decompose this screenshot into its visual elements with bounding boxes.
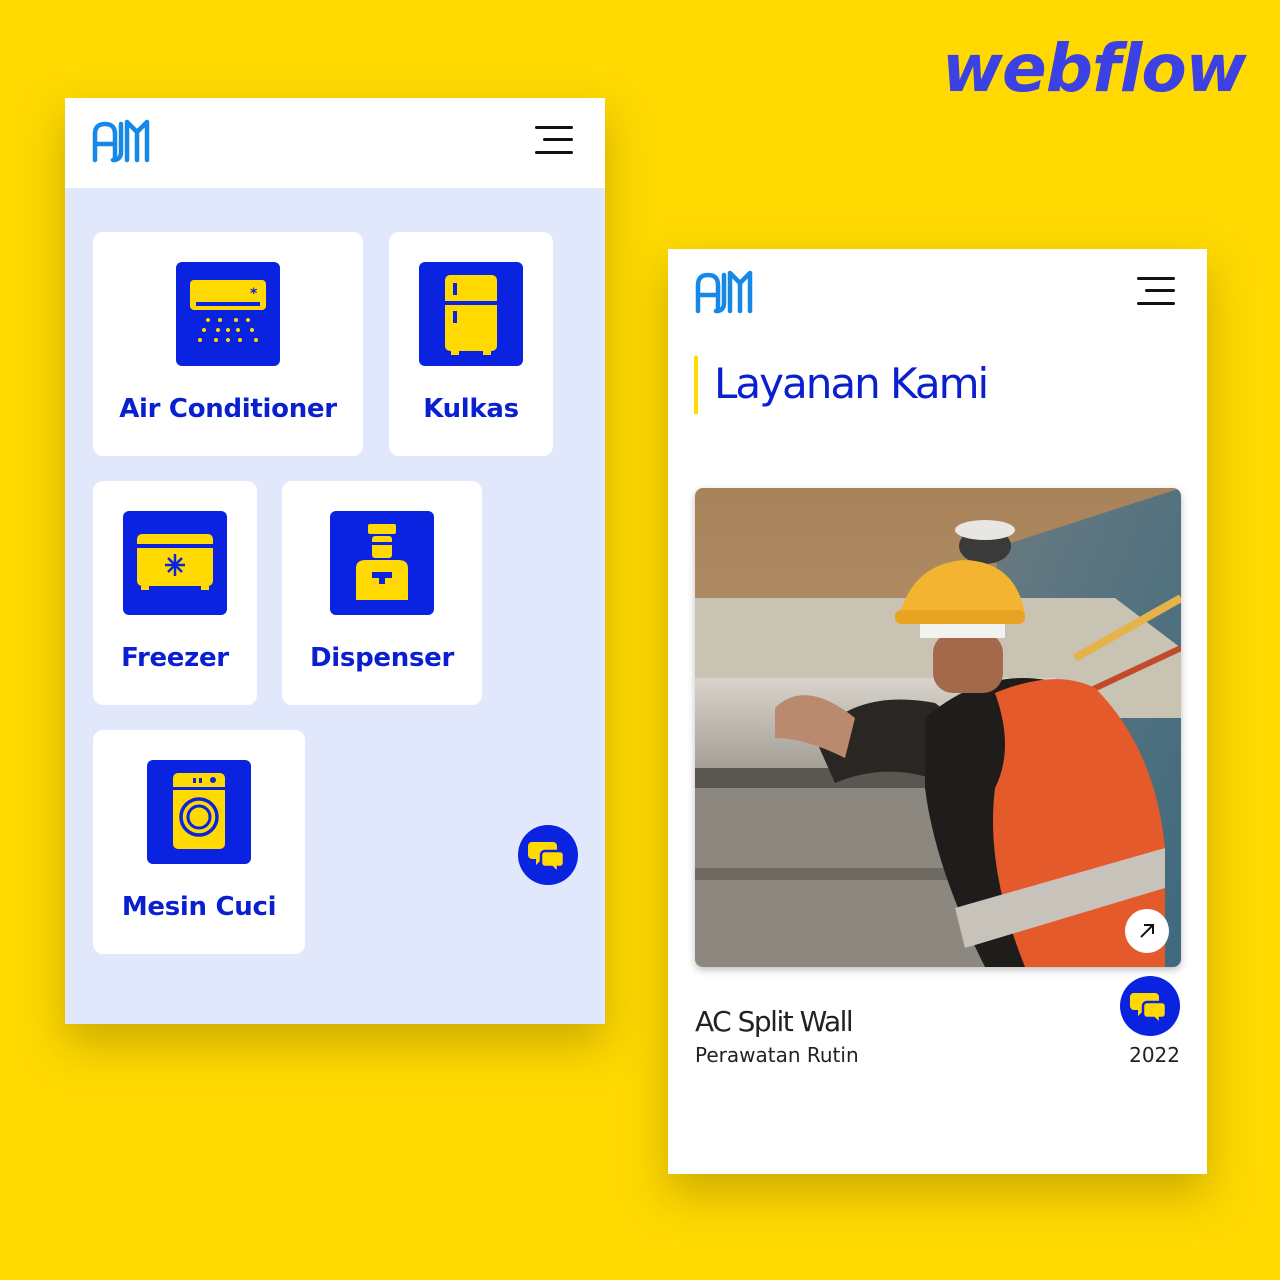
water-dispenser-icon: [330, 511, 434, 615]
services-grid-screen: * Air Conditioner Kulkas Freezer Dispens…: [65, 98, 605, 1024]
service-label: Mesin Cuci: [121, 892, 277, 922]
webflow-wordmark: webflow: [942, 30, 1247, 107]
chat-bubbles-icon: [1130, 986, 1170, 1026]
service-label: Dispenser: [310, 643, 454, 673]
service-label: Kulkas: [423, 394, 519, 424]
washing-machine-icon: [147, 760, 251, 864]
air-conditioner-icon: *: [176, 262, 280, 366]
section-title: Layanan Kami: [714, 359, 989, 408]
service-label: Freezer: [121, 643, 229, 673]
refrigerator-icon: [419, 262, 523, 366]
service-detail-screen: Layanan Kami AC Split Wall Perawatan Rut…: [668, 249, 1207, 1174]
service-card-mesin-cuci[interactable]: Mesin Cuci: [93, 730, 305, 954]
chat-button[interactable]: [1120, 976, 1180, 1036]
arrow-up-right-icon: [1140, 924, 1154, 938]
chat-button[interactable]: [518, 825, 578, 885]
chat-bubbles-icon: [528, 835, 568, 875]
service-name: AC Split Wall: [695, 1005, 854, 1038]
service-category: Perawatan Rutin: [695, 1043, 859, 1067]
hamburger-menu-icon[interactable]: [1137, 275, 1177, 307]
top-navigation-bar: [668, 249, 1207, 339]
service-year: 2022: [1129, 1043, 1180, 1067]
hamburger-menu-icon[interactable]: [535, 124, 575, 156]
top-navigation-bar: [65, 98, 605, 188]
service-card-air-conditioner[interactable]: * Air Conditioner: [93, 232, 363, 456]
service-card-freezer[interactable]: Freezer: [93, 481, 257, 705]
title-accent-bar: [694, 356, 698, 414]
ajm-logo-icon[interactable]: [91, 116, 153, 164]
svg-text:*: *: [250, 286, 258, 302]
open-detail-button[interactable]: [1125, 909, 1169, 953]
service-card-dispenser[interactable]: Dispenser: [282, 481, 482, 705]
service-label: Air Conditioner: [119, 394, 337, 424]
technician-servicing-ac-photo[interactable]: [695, 488, 1181, 967]
service-card-kulkas[interactable]: Kulkas: [389, 232, 553, 456]
freezer-icon: [123, 511, 227, 615]
ajm-logo-icon[interactable]: [694, 267, 756, 315]
